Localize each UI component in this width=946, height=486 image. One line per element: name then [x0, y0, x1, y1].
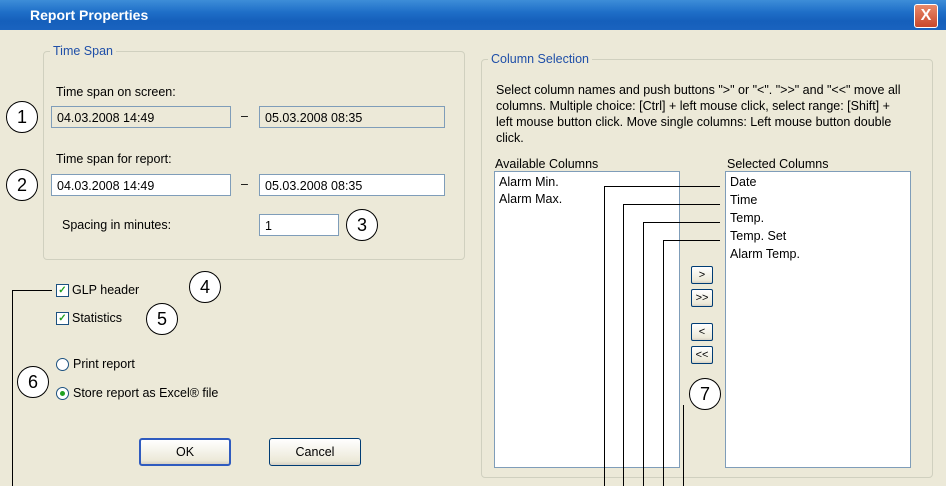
available-columns-label: Available Columns	[495, 157, 599, 171]
list-item[interactable]: Alarm Temp.	[730, 247, 800, 261]
spacing-label: Spacing in minutes:	[62, 218, 172, 232]
callout-7: 7	[689, 378, 721, 410]
report-to-input[interactable]: 05.03.2008 08:35	[259, 174, 445, 196]
spacing-input[interactable]: 1	[259, 214, 339, 236]
close-button[interactable]: X	[914, 4, 938, 28]
glp-header-checkbox[interactable]: ✓	[56, 284, 69, 297]
screen-to-field: 05.03.2008 08:35	[259, 106, 445, 128]
ok-button[interactable]: OK	[139, 438, 231, 466]
callout-line	[623, 204, 720, 205]
print-report-label[interactable]: Print report	[73, 357, 135, 371]
list-item[interactable]: Temp. Set	[730, 229, 786, 243]
callout-line	[643, 222, 644, 486]
callout-4: 4	[189, 271, 221, 303]
statistics-label[interactable]: Statistics	[72, 311, 122, 325]
list-item[interactable]: Alarm Max.	[499, 192, 562, 206]
list-item[interactable]: Date	[730, 175, 756, 189]
store-excel-radio[interactable]	[56, 387, 69, 400]
time-span-legend: Time Span	[53, 44, 113, 58]
callout-line	[12, 290, 13, 486]
callout-line	[643, 222, 720, 223]
list-item[interactable]: Temp.	[730, 211, 764, 225]
column-selection-description: Select column names and push buttons ">"…	[496, 83, 901, 145]
report-dash: –	[241, 177, 248, 191]
callout-6: 6	[17, 366, 49, 398]
screen-span-label: Time span on screen:	[56, 85, 176, 99]
callout-1: 1	[6, 101, 38, 133]
list-item[interactable]: Time	[730, 193, 757, 207]
report-span-label: Time span for report:	[56, 152, 172, 166]
move-right-button[interactable]: >	[691, 266, 713, 284]
callout-line	[623, 204, 624, 486]
available-columns-list[interactable]: Alarm Min. Alarm Max.	[494, 171, 680, 468]
selected-columns-label: Selected Columns	[727, 157, 829, 171]
screen-dash: –	[241, 109, 248, 123]
column-selection-legend: Column Selection	[491, 52, 589, 66]
report-properties-dialog: Report Properties X Time Span Time span …	[0, 0, 946, 486]
list-item[interactable]: Alarm Min.	[499, 175, 559, 189]
print-report-radio[interactable]	[56, 358, 69, 371]
callout-line	[663, 240, 664, 486]
title-bar[interactable]: Report Properties X	[0, 0, 946, 30]
callout-5: 5	[146, 303, 178, 335]
selected-columns-list[interactable]: Date Time Temp. Temp. Set Alarm Temp.	[725, 171, 911, 468]
radio-selected-dot	[60, 391, 65, 396]
report-from-input[interactable]: 04.03.2008 14:49	[51, 174, 231, 196]
store-excel-label[interactable]: Store report as Excel® file	[73, 386, 218, 400]
callout-line	[604, 186, 720, 187]
glp-header-label[interactable]: GLP header	[72, 283, 139, 297]
move-all-left-button[interactable]: <<	[691, 346, 713, 364]
screen-from-field: 04.03.2008 14:49	[51, 106, 231, 128]
callout-line	[604, 186, 605, 486]
move-left-button[interactable]: <	[691, 323, 713, 341]
window-title: Report Properties	[30, 7, 149, 23]
callout-2: 2	[6, 169, 38, 201]
callout-line	[12, 290, 52, 291]
callout-line	[663, 240, 720, 241]
callout-3: 3	[346, 209, 378, 241]
cancel-button[interactable]: Cancel	[269, 438, 361, 466]
statistics-checkbox[interactable]: ✓	[56, 312, 69, 325]
callout-line	[683, 405, 684, 486]
move-all-right-button[interactable]: >>	[691, 289, 713, 307]
